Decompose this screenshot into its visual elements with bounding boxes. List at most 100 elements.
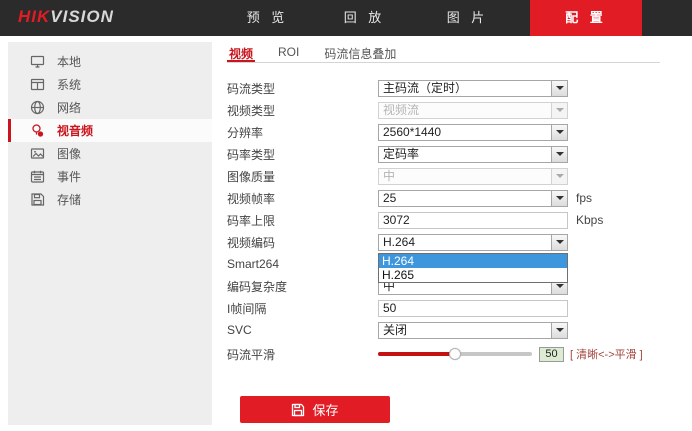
row-video-type: 视频类型 视频流 bbox=[227, 99, 667, 121]
save-button-label: 保存 bbox=[312, 403, 339, 418]
logo-vision: VISION bbox=[50, 7, 114, 26]
select-value: 定码率 bbox=[383, 146, 420, 161]
sidebar-item-event[interactable]: 事件 bbox=[8, 165, 212, 188]
row-iframe-interval: I帧间隔 bbox=[227, 297, 667, 319]
field-label: 图像质量 bbox=[227, 169, 276, 184]
field-label: Smart264 bbox=[227, 257, 280, 271]
field-label: 分辨率 bbox=[227, 125, 264, 140]
chevron-down-icon[interactable] bbox=[551, 190, 567, 206]
nav-configuration-active[interactable]: 配 置 bbox=[530, 0, 642, 36]
video-settings-form: 码流类型 主码流（定时） 视频类型 视频流 分辨率 2560*1440 码率类型… bbox=[227, 77, 667, 423]
main-content: 视频 ROI 码流信息叠加 码流类型 主码流（定时） 视频类型 视频流 分辨率 … bbox=[227, 45, 667, 423]
tab-roi[interactable]: ROI bbox=[276, 45, 301, 62]
select-value: 中 bbox=[383, 168, 396, 183]
field-label: 视频类型 bbox=[227, 103, 276, 118]
field-label: 视频帧率 bbox=[227, 191, 276, 206]
sidebar-item-network[interactable]: 网络 bbox=[8, 96, 212, 119]
chevron-down-icon bbox=[551, 168, 567, 184]
option-h265[interactable]: H.265 bbox=[379, 268, 567, 282]
row-bitrate-type: 码率类型 定码率 bbox=[227, 143, 667, 165]
stream-smoothing-value: 50 bbox=[539, 346, 564, 362]
svc-select[interactable]: 关闭 bbox=[378, 321, 568, 339]
chevron-down-icon[interactable] bbox=[551, 80, 567, 96]
sidebar: 本地 系统 网络 视音频 图像 事件 存储 bbox=[8, 42, 212, 425]
row-stream-smoothing: 码流平滑 50 [ 清晰<->平滑 ] bbox=[227, 341, 667, 367]
image-icon bbox=[30, 146, 45, 161]
sidebar-item-storage[interactable]: 存储 bbox=[8, 188, 212, 211]
sidebar-item-label: 存储 bbox=[57, 193, 82, 207]
select-value: 2560*1440 bbox=[383, 124, 442, 139]
field-label: 码率类型 bbox=[227, 147, 276, 162]
select-value: H.264 bbox=[383, 234, 416, 249]
sidebar-item-label: 图像 bbox=[57, 147, 82, 161]
select-value: 关闭 bbox=[383, 322, 408, 337]
sidebar-item-label: 系统 bbox=[57, 78, 82, 92]
select-value: 视频流 bbox=[383, 102, 420, 117]
option-h264[interactable]: H.264 bbox=[379, 253, 567, 268]
image-quality-select-disabled: 中 bbox=[378, 167, 568, 185]
row-svc: SVC 关闭 bbox=[227, 319, 667, 341]
kbps-unit-label: Kbps bbox=[576, 213, 604, 227]
save-button[interactable]: 保存 bbox=[240, 396, 390, 423]
nav-picture[interactable]: 图 片 bbox=[430, 0, 505, 36]
slider-hint-label: [ 清晰<->平滑 ] bbox=[570, 349, 643, 361]
nav-playback[interactable]: 回 放 bbox=[327, 0, 402, 36]
video-encoding-dropdown: H.264 H.264 H.265 bbox=[378, 233, 568, 283]
field-label: 码流平滑 bbox=[227, 347, 276, 362]
audio-video-icon bbox=[30, 123, 45, 138]
video-type-select-disabled: 视频流 bbox=[378, 101, 568, 119]
sidebar-item-local[interactable]: 本地 bbox=[8, 50, 212, 73]
row-max-bitrate: 码率上限 Kbps bbox=[227, 209, 667, 231]
field-label: 视频编码 bbox=[227, 235, 276, 250]
tab-video[interactable]: 视频 bbox=[227, 45, 256, 62]
stream-type-select[interactable]: 主码流（定时） bbox=[378, 79, 568, 97]
resolution-select[interactable]: 2560*1440 bbox=[378, 123, 568, 141]
field-label: SVC bbox=[227, 323, 252, 337]
bitrate-type-select[interactable]: 定码率 bbox=[378, 145, 568, 163]
select-value: 主码流（定时） bbox=[383, 80, 468, 95]
field-label: 码流类型 bbox=[227, 81, 276, 96]
sidebar-item-label: 事件 bbox=[57, 170, 82, 184]
sidebar-item-video-audio[interactable]: 视音频 bbox=[8, 119, 212, 142]
sidebar-item-label: 网络 bbox=[57, 101, 82, 115]
tab-stream-info-overlay[interactable]: 码流信息叠加 bbox=[322, 45, 398, 62]
row-video-encoding: 视频编码 H.264 H.264 H.265 bbox=[227, 231, 667, 283]
video-encoding-select[interactable]: H.264 bbox=[378, 233, 568, 251]
event-icon bbox=[30, 169, 45, 184]
sidebar-item-label: 本地 bbox=[57, 55, 82, 69]
nav-preview[interactable]: 预 览 bbox=[230, 0, 305, 36]
chevron-down-icon[interactable] bbox=[551, 234, 567, 250]
network-icon bbox=[30, 100, 45, 115]
select-value: 25 bbox=[383, 190, 397, 205]
logo-hik: HIK bbox=[18, 7, 51, 26]
chevron-down-icon[interactable] bbox=[551, 146, 567, 162]
hikvision-logo: HIKVISION bbox=[18, 7, 114, 27]
tab-bar: 视频 ROI 码流信息叠加 bbox=[227, 45, 660, 63]
hikvision-config-page: HIKVISION 预 览 回 放 图 片 配 置 本地 系统 网络 视音频 图… bbox=[0, 0, 692, 431]
field-label: I帧间隔 bbox=[227, 301, 267, 316]
iframe-interval-input[interactable] bbox=[378, 299, 568, 317]
row-frame-rate: 视频帧率 25 fps bbox=[227, 187, 667, 209]
stream-smoothing-slider[interactable] bbox=[378, 348, 532, 360]
save-floppy-icon bbox=[292, 403, 305, 416]
chevron-down-icon[interactable] bbox=[551, 322, 567, 338]
row-stream-type: 码流类型 主码流（定时） bbox=[227, 77, 667, 99]
video-encoding-option-list: H.264 H.265 bbox=[378, 252, 568, 283]
storage-icon bbox=[30, 192, 45, 207]
monitor-icon bbox=[30, 54, 45, 69]
chevron-down-icon[interactable] bbox=[551, 124, 567, 140]
row-resolution: 分辨率 2560*1440 bbox=[227, 121, 667, 143]
slider-fill bbox=[378, 352, 455, 356]
sidebar-item-image[interactable]: 图像 bbox=[8, 142, 212, 165]
top-bar: HIKVISION 预 览 回 放 图 片 配 置 bbox=[0, 0, 692, 36]
system-icon bbox=[30, 77, 45, 92]
max-bitrate-input[interactable] bbox=[378, 211, 568, 229]
field-label: 码率上限 bbox=[227, 213, 276, 228]
frame-rate-select[interactable]: 25 bbox=[378, 189, 568, 207]
field-label: 编码复杂度 bbox=[227, 279, 288, 294]
fps-unit-label: fps bbox=[576, 191, 593, 205]
chevron-down-icon bbox=[551, 102, 567, 118]
sidebar-item-system[interactable]: 系统 bbox=[8, 73, 212, 96]
row-image-quality: 图像质量 中 bbox=[227, 165, 667, 187]
slider-handle[interactable] bbox=[449, 348, 461, 360]
